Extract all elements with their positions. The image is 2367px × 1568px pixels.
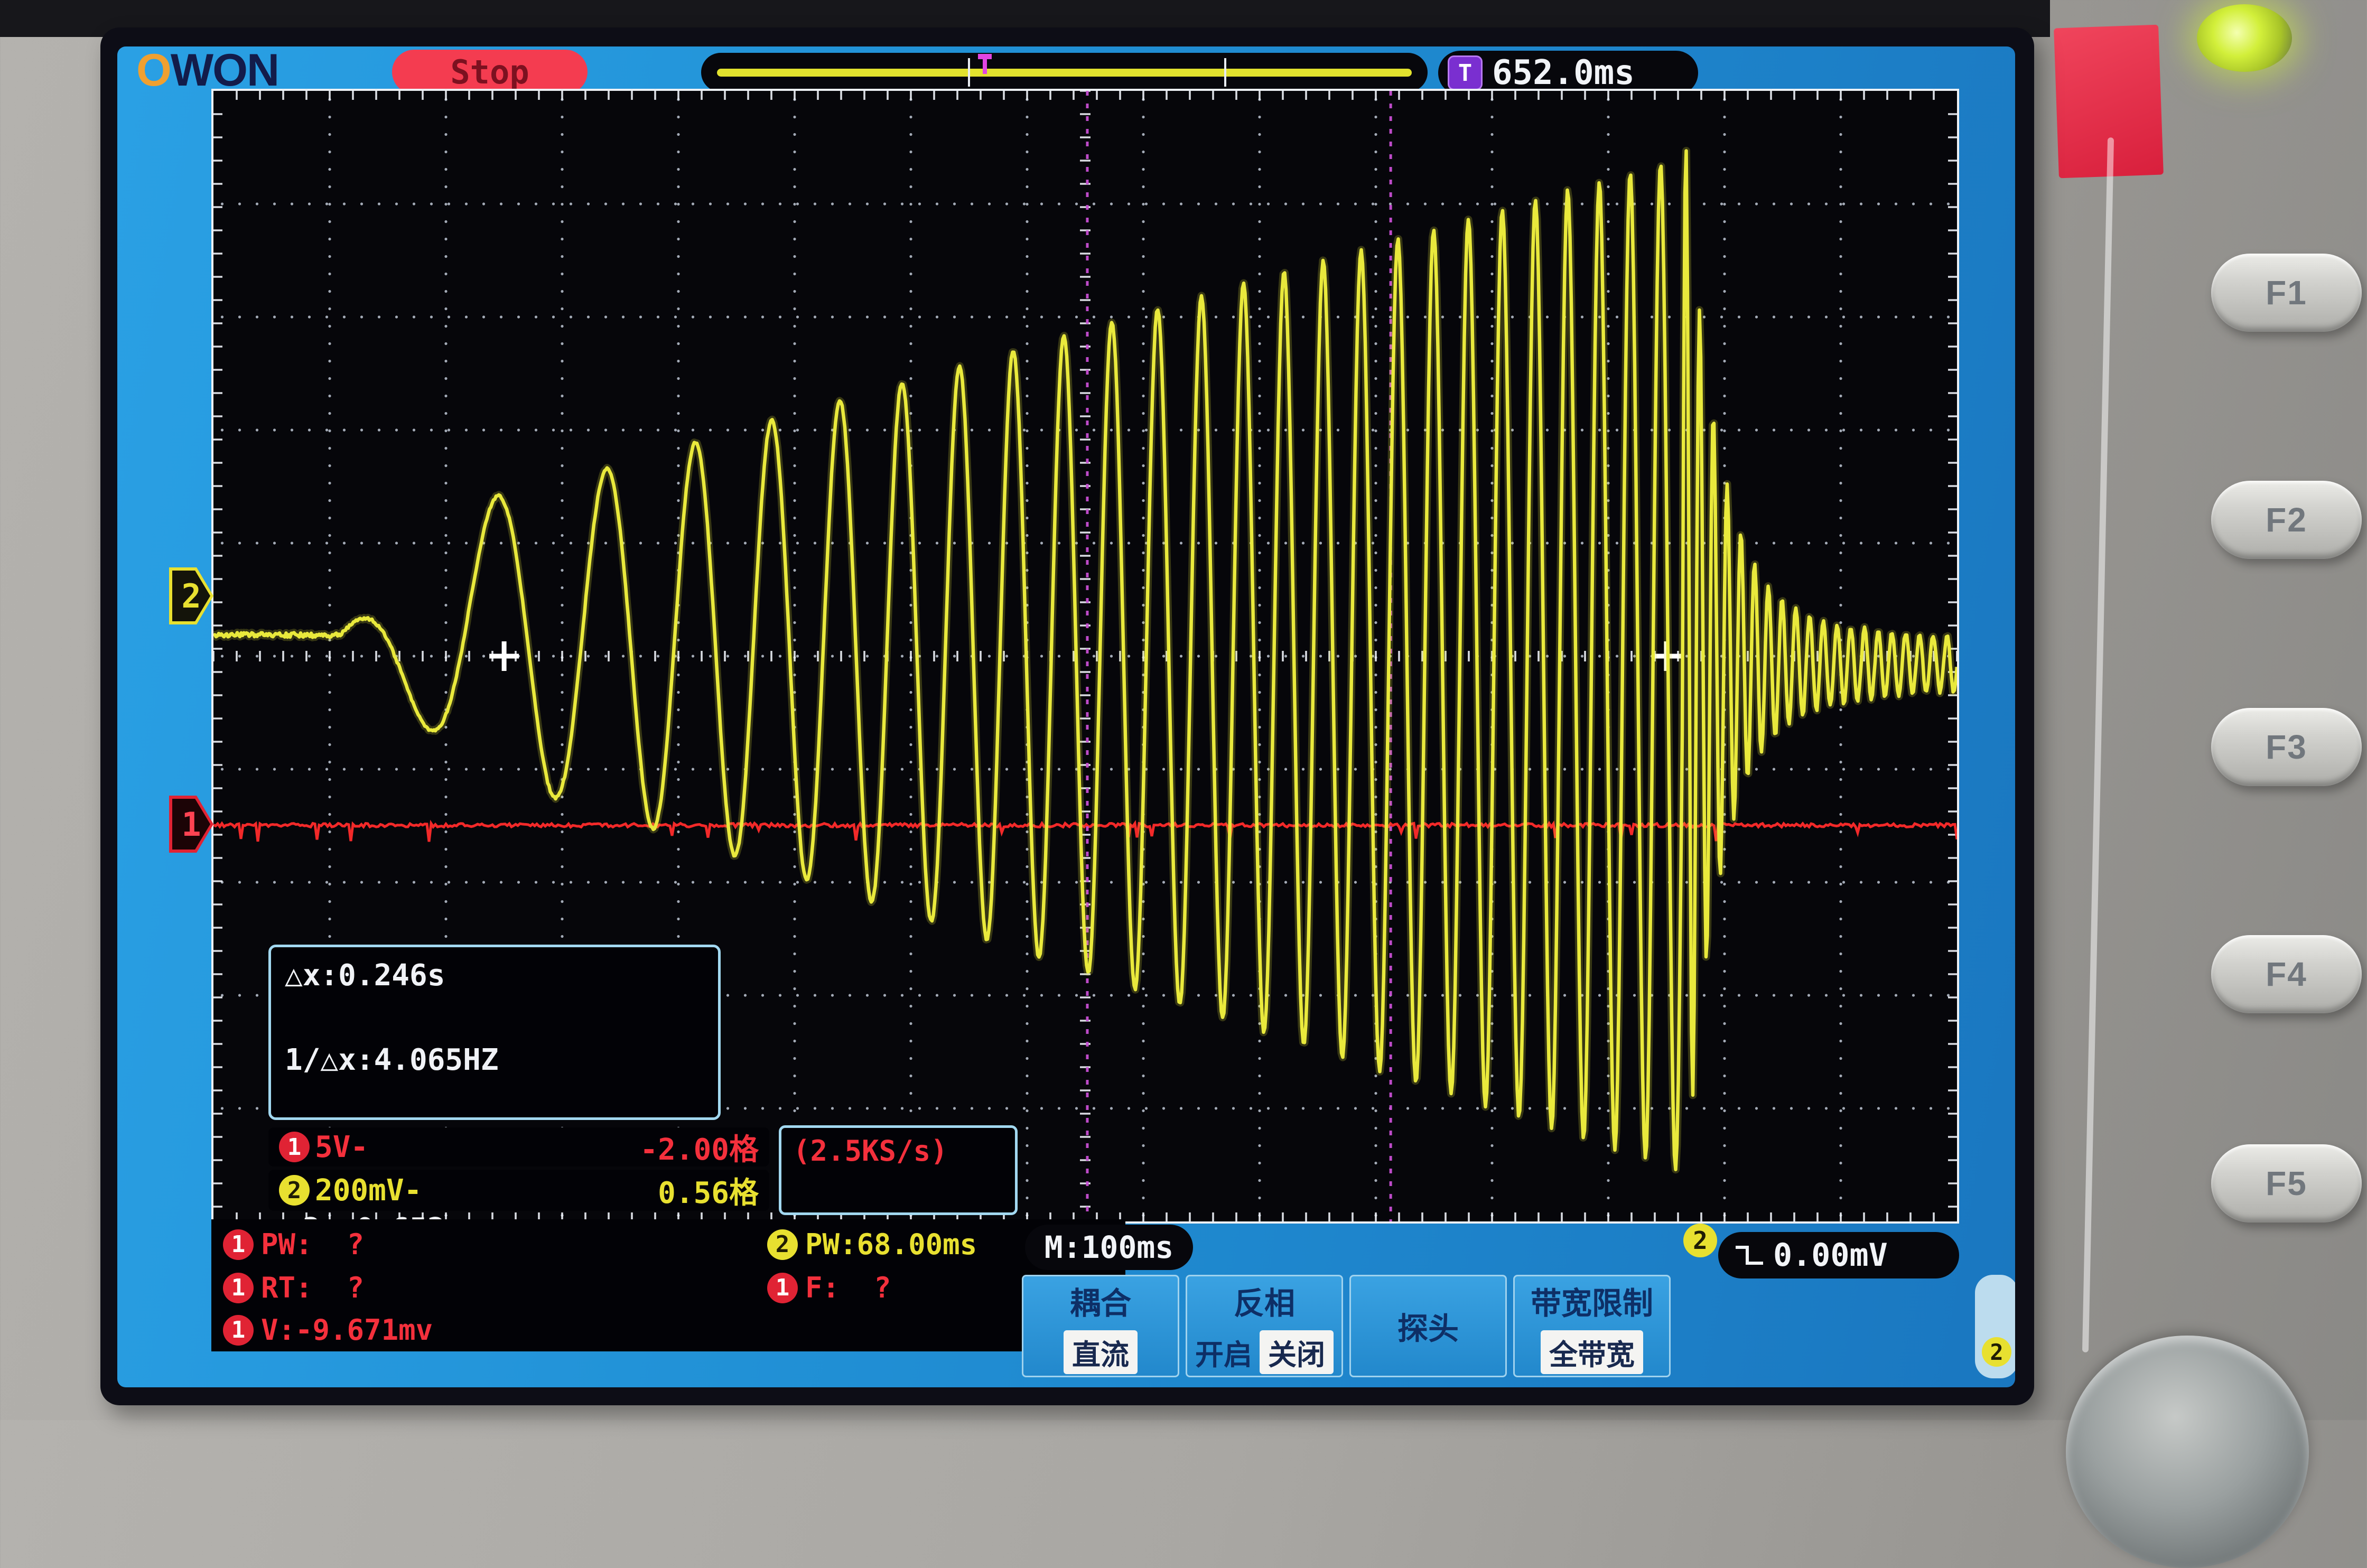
- ch2-position-marker[interactable]: 2: [169, 567, 213, 624]
- meas-v1-badge: 1: [223, 1315, 254, 1346]
- meas-f1: 1 F: ?: [767, 1271, 891, 1304]
- f5-button[interactable]: F5: [2211, 1144, 2362, 1222]
- menu-bandwidth-value: 全带宽: [1541, 1330, 1643, 1374]
- menu-bandwidth-button[interactable]: 带宽限制 全带宽: [1513, 1275, 1671, 1377]
- meas-rt1: 1 RT: ?: [223, 1271, 364, 1304]
- ch1-offset: -2.00格: [640, 1126, 759, 1169]
- run-state-badge: Stop: [392, 50, 588, 94]
- ch2-offset: 0.56格: [658, 1169, 759, 1212]
- trigger-level-value: 0.00mV: [1773, 1237, 1888, 1274]
- oscilloscope-screen: OWON Stop T 652.0ms 2 1 △x:0.246s 1/△x:4…: [117, 46, 2015, 1387]
- menu-channel-tab[interactable]: 2: [1975, 1275, 2015, 1378]
- cursor-measure-box: △x:0.246s 1/△x:4.065HZ x1:-0.898s x2:-0.…: [268, 945, 721, 1120]
- meas-pw2-badge: 2: [767, 1229, 798, 1260]
- meas-v1: 1 V:-9.671mv: [223, 1313, 433, 1347]
- acquisition-box: (2.5KS/s) Depth:10K: [779, 1125, 1018, 1215]
- meas-pw1-text: PW: ?: [261, 1228, 364, 1261]
- f2-button[interactable]: F2: [2211, 481, 2362, 559]
- brand-logo-o: O: [136, 46, 171, 97]
- ch2-vdiv: 200mV-: [315, 1173, 422, 1208]
- meas-f1-badge: 1: [767, 1273, 798, 1303]
- meas-pw1-badge: 1: [223, 1229, 254, 1260]
- menu-invert-button[interactable]: 反相 开启 关闭: [1186, 1275, 1343, 1377]
- cursor-freq: 1/△x:4.065HZ: [285, 1043, 499, 1077]
- f1-button[interactable]: F1: [2211, 254, 2362, 332]
- ch2-marker-label: 2: [172, 571, 210, 621]
- brand-logo: OWON: [136, 48, 278, 93]
- ch1-vdiv: 5V-: [315, 1130, 368, 1164]
- menu-coupling-button[interactable]: 耦合 直流: [1022, 1275, 1179, 1377]
- menu-coupling-title: 耦合: [1070, 1278, 1131, 1323]
- f4-button[interactable]: F4: [2211, 935, 2362, 1013]
- falling-edge-icon: [1734, 1243, 1765, 1267]
- menu-channel-tab-label: 2: [1982, 1337, 2011, 1367]
- meas-pw2: 2 PW:68.00ms: [767, 1228, 977, 1261]
- menu-bandwidth-title: 带宽限制: [1531, 1278, 1653, 1323]
- trigger-position-icon: [978, 54, 992, 75]
- menu-coupling-value: 直流: [1064, 1330, 1138, 1374]
- meas-f1-text: F: ?: [805, 1271, 891, 1304]
- power-led: [2197, 4, 2292, 72]
- menu-invert-on: 开启: [1195, 1331, 1252, 1373]
- record-window-bar: [717, 69, 1412, 77]
- ch1-scale-bar: 1 5V- -2.00格: [268, 1127, 769, 1166]
- sample-rate: (2.5KS/s): [793, 1134, 948, 1168]
- cursor-dx: △x:0.246s: [285, 958, 445, 993]
- ch1-badge: 1: [279, 1132, 310, 1162]
- ch2-scale-bar: 2 200mV- 0.56格: [268, 1170, 769, 1211]
- trigger-t-icon: T: [1448, 55, 1483, 90]
- menu-probe-title: 探头: [1397, 1304, 1459, 1348]
- f3-button[interactable]: F3: [2211, 708, 2362, 786]
- meas-pw2-text: PW:68.00ms: [805, 1228, 977, 1261]
- ch1-marker-label: 1: [172, 799, 210, 850]
- trigger-level-readout: 0.00mV: [1718, 1232, 1959, 1278]
- center-cross-marks: [489, 641, 1681, 671]
- meas-rt1-text: RT: ?: [261, 1271, 364, 1304]
- window-left-tick: [968, 58, 970, 87]
- timebase-readout: M:100ms: [1025, 1225, 1193, 1270]
- rotary-knob[interactable]: [2066, 1336, 2309, 1568]
- meas-pw1: 1 PW: ?: [223, 1228, 364, 1261]
- panel-ridge: [2082, 137, 2114, 1352]
- screen-frame: OWON Stop T 652.0ms 2 1 △x:0.246s 1/△x:4…: [100, 27, 2034, 1405]
- ch2-badge: 2: [279, 1175, 310, 1206]
- menu-invert-title: 反相: [1234, 1278, 1295, 1323]
- horizontal-position-bar: [701, 53, 1428, 92]
- meas-rt1-badge: 1: [223, 1273, 254, 1303]
- meas-v1-text: V:-9.671mv: [261, 1313, 433, 1347]
- menu-probe-button[interactable]: 探头: [1349, 1275, 1507, 1377]
- ch1-position-marker[interactable]: 1: [169, 796, 213, 853]
- trigger-time-value: 652.0ms: [1492, 53, 1635, 92]
- menu-invert-off: 关闭: [1260, 1330, 1334, 1374]
- window-right-tick: [1224, 58, 1226, 87]
- trigger-source-badge: 2: [1683, 1224, 1717, 1257]
